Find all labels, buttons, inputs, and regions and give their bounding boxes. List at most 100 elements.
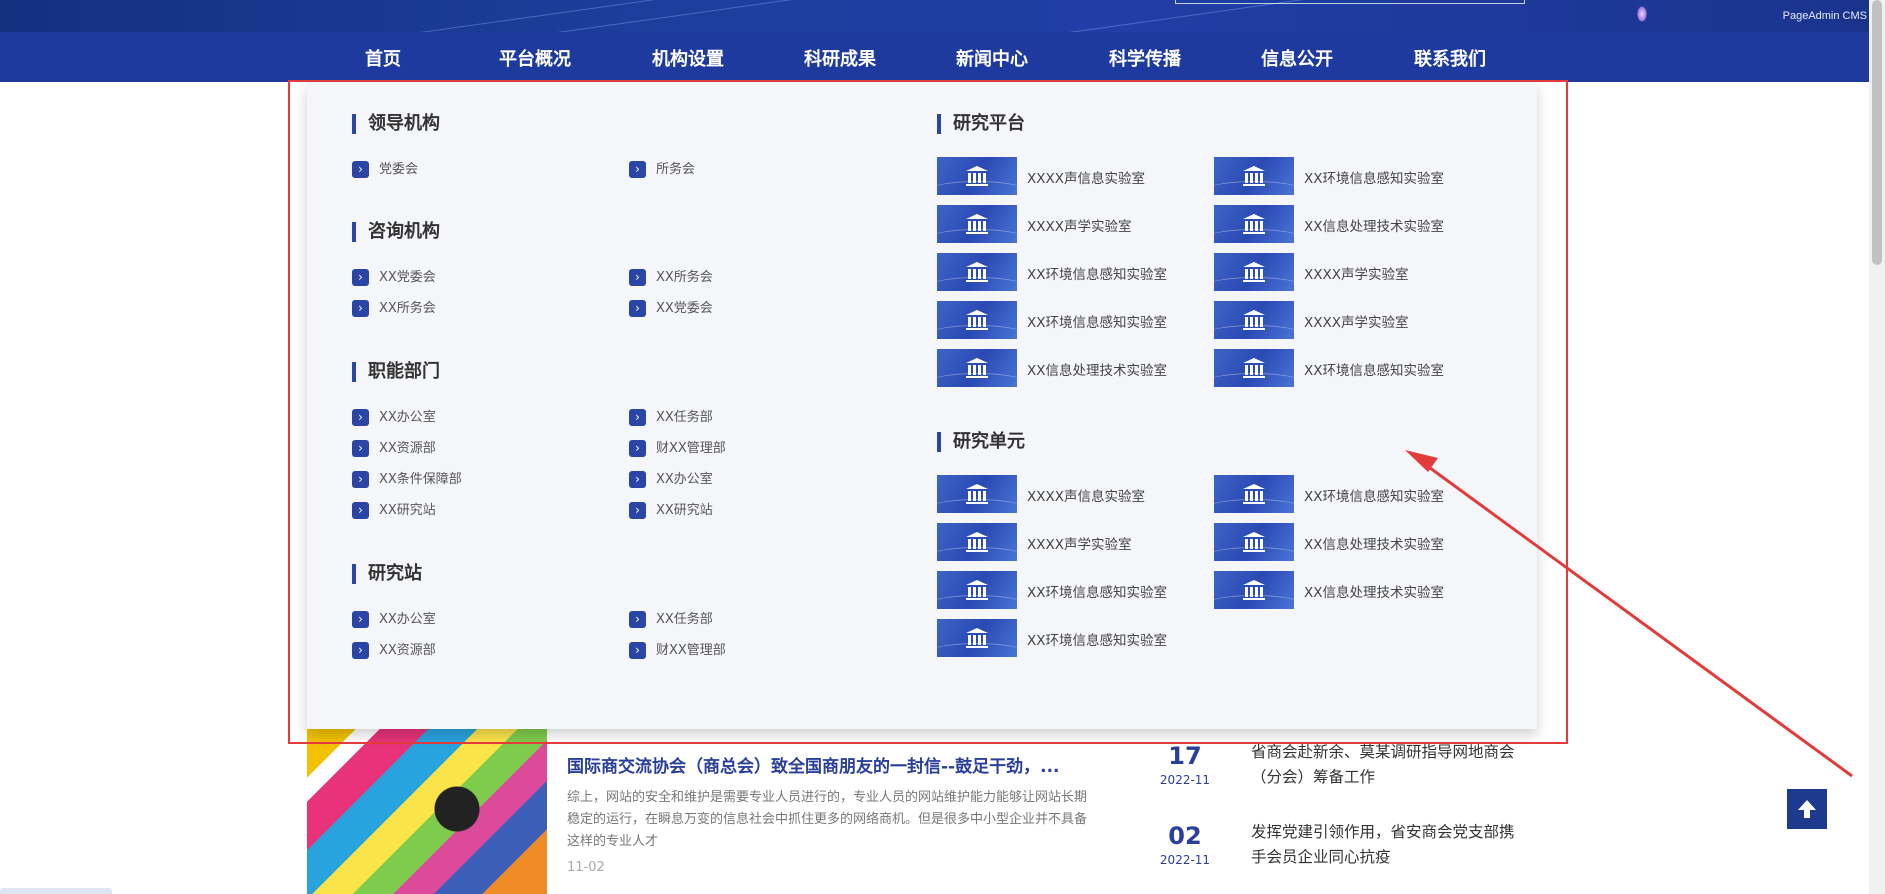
menu-link[interactable]: › XX办公室 [352, 611, 436, 629]
institution-icon [966, 214, 988, 234]
institution-icon [1243, 310, 1265, 330]
nav-item-organization[interactable]: 机构设置 [633, 32, 743, 82]
banner-decoration [262, 0, 778, 32]
menu-link[interactable]: › XX研究站 [629, 502, 713, 520]
menu-link[interactable]: › XX资源部 [352, 440, 436, 458]
menu-link[interactable]: › XX所务会 [629, 269, 713, 287]
nav-item-contact[interactable]: 联系我们 [1395, 32, 1505, 82]
chevron-right-icon: › [629, 611, 646, 628]
section-title-stations: 研究站 [352, 564, 422, 584]
menu-link[interactable]: › XX研究站 [352, 502, 436, 520]
lab-name: XXXX声信息实验室 [1027, 489, 1145, 505]
institution-icon [1243, 484, 1265, 504]
section-title-platforms: 研究平台 [937, 114, 1025, 134]
chevron-right-icon: › [629, 300, 646, 317]
chevron-right-icon: › [629, 409, 646, 426]
lab-thumbnail [937, 157, 1017, 195]
chevron-right-icon: › [352, 440, 369, 457]
lab-name: XX环境信息感知实验室 [1304, 363, 1444, 379]
lab-thumbnail [937, 571, 1017, 609]
banner-decoration [882, 0, 1398, 32]
lab-thumbnail [937, 349, 1017, 387]
lab-name: XX信息处理技术实验室 [1304, 537, 1444, 553]
lab-thumbnail [937, 301, 1017, 339]
lab-name: XX环境信息感知实验室 [1304, 489, 1444, 505]
nav-item-disclosure[interactable]: 信息公开 [1242, 32, 1352, 82]
lab-name: XX环境信息感知实验室 [1027, 267, 1167, 283]
search-box-edge[interactable] [1175, 0, 1525, 4]
lab-name: XX信息处理技术实验室 [1304, 219, 1444, 235]
page-scrollbar[interactable] [1869, 0, 1885, 894]
institution-icon [966, 580, 988, 600]
institution-icon [966, 310, 988, 330]
chevron-right-icon: › [352, 300, 369, 317]
lab-name: XX环境信息感知实验室 [1027, 315, 1167, 331]
nav-item-overview[interactable]: 平台概况 [480, 32, 590, 82]
side-news-day: 17 [1168, 742, 1202, 770]
institution-icon [966, 628, 988, 648]
bottom-tab-stub[interactable] [0, 888, 112, 894]
lab-name: XXXX声学实验室 [1304, 315, 1409, 331]
menu-link[interactable]: › 所务会 [629, 161, 695, 179]
news-date: 11-02 [567, 860, 605, 875]
lab-name: XX环境信息感知实验室 [1304, 171, 1444, 187]
lab-name: XX信息处理技术实验室 [1304, 585, 1444, 601]
lab-name: XXXX声信息实验室 [1027, 171, 1145, 187]
side-news-item[interactable]: 发挥党建引领作用，省安商会党支部携手会员企业同心抗疫 [1251, 820, 1521, 870]
menu-link[interactable]: › XX党委会 [352, 269, 436, 287]
lab-thumbnail [937, 523, 1017, 561]
menu-link[interactable]: › XX办公室 [629, 471, 713, 489]
lab-name: XXXX声学实验室 [1027, 537, 1132, 553]
institution-icon [966, 166, 988, 186]
menu-link[interactable]: › XX任务部 [629, 409, 713, 427]
lab-name: XXXX声学实验室 [1304, 267, 1409, 283]
lab-thumbnail [1214, 253, 1294, 291]
section-title-functional: 职能部门 [352, 362, 440, 382]
lab-name: XXXX声学实验室 [1027, 219, 1132, 235]
lab-name: XX信息处理技术实验室 [1027, 363, 1167, 379]
menu-link[interactable]: › 财XX管理部 [629, 642, 726, 660]
lab-thumbnail [937, 205, 1017, 243]
chevron-right-icon: › [629, 269, 646, 286]
lab-thumbnail [1214, 301, 1294, 339]
chevron-right-icon: › [352, 409, 369, 426]
nav-item-science[interactable]: 科学传播 [1090, 32, 1200, 82]
back-to-top-button[interactable] [1787, 789, 1827, 829]
scrollbar-thumb[interactable] [1872, 0, 1882, 265]
lab-thumbnail [1214, 571, 1294, 609]
institution-icon [1243, 262, 1265, 282]
nav-item-home[interactable]: 首页 [328, 32, 438, 82]
institution-icon [1243, 166, 1265, 186]
chevron-right-icon: › [352, 161, 369, 178]
menu-link[interactable]: › XX所务会 [352, 300, 436, 318]
news-title[interactable]: 国际商交流协会（商总会）致全国商朋友的一封信--鼓足干劲，... [567, 752, 1087, 777]
lab-thumbnail [937, 475, 1017, 513]
lab-thumbnail [1214, 205, 1294, 243]
institution-icon [966, 262, 988, 282]
banner-decoration [342, 0, 858, 32]
nav-item-achievements[interactable]: 科研成果 [785, 32, 895, 82]
menu-link[interactable]: › 党委会 [352, 161, 418, 179]
side-news-item[interactable]: 省商会赴新余、莫某调研指导网地商会（分会）筹备工作 [1251, 740, 1521, 790]
arrow-up-icon [1798, 800, 1816, 818]
chevron-right-icon: › [629, 471, 646, 488]
lab-thumbnail [1214, 157, 1294, 195]
menu-link[interactable]: › XX办公室 [352, 409, 436, 427]
news-image[interactable] [307, 729, 547, 894]
chevron-right-icon: › [352, 269, 369, 286]
menu-link[interactable]: › XX党委会 [629, 300, 713, 318]
menu-link[interactable]: › 财XX管理部 [629, 440, 726, 458]
lab-thumbnail [937, 619, 1017, 657]
lab-thumbnail [937, 253, 1017, 291]
news-desc: 综上，网站的安全和维护是需要专业人员进行的，专业人员的网站维护能力能够让网站长期… [567, 790, 1088, 849]
chevron-right-icon: › [629, 642, 646, 659]
menu-link[interactable]: › XX条件保障部 [352, 471, 462, 489]
side-news-day: 02 [1168, 822, 1202, 850]
menu-link[interactable]: › XX资源部 [352, 642, 436, 660]
institution-icon [1243, 532, 1265, 552]
chevron-right-icon: › [629, 502, 646, 519]
lab-thumbnail [1214, 523, 1294, 561]
institution-icon [966, 532, 988, 552]
nav-item-news[interactable]: 新闻中心 [937, 32, 1047, 82]
menu-link[interactable]: › XX任务部 [629, 611, 713, 629]
